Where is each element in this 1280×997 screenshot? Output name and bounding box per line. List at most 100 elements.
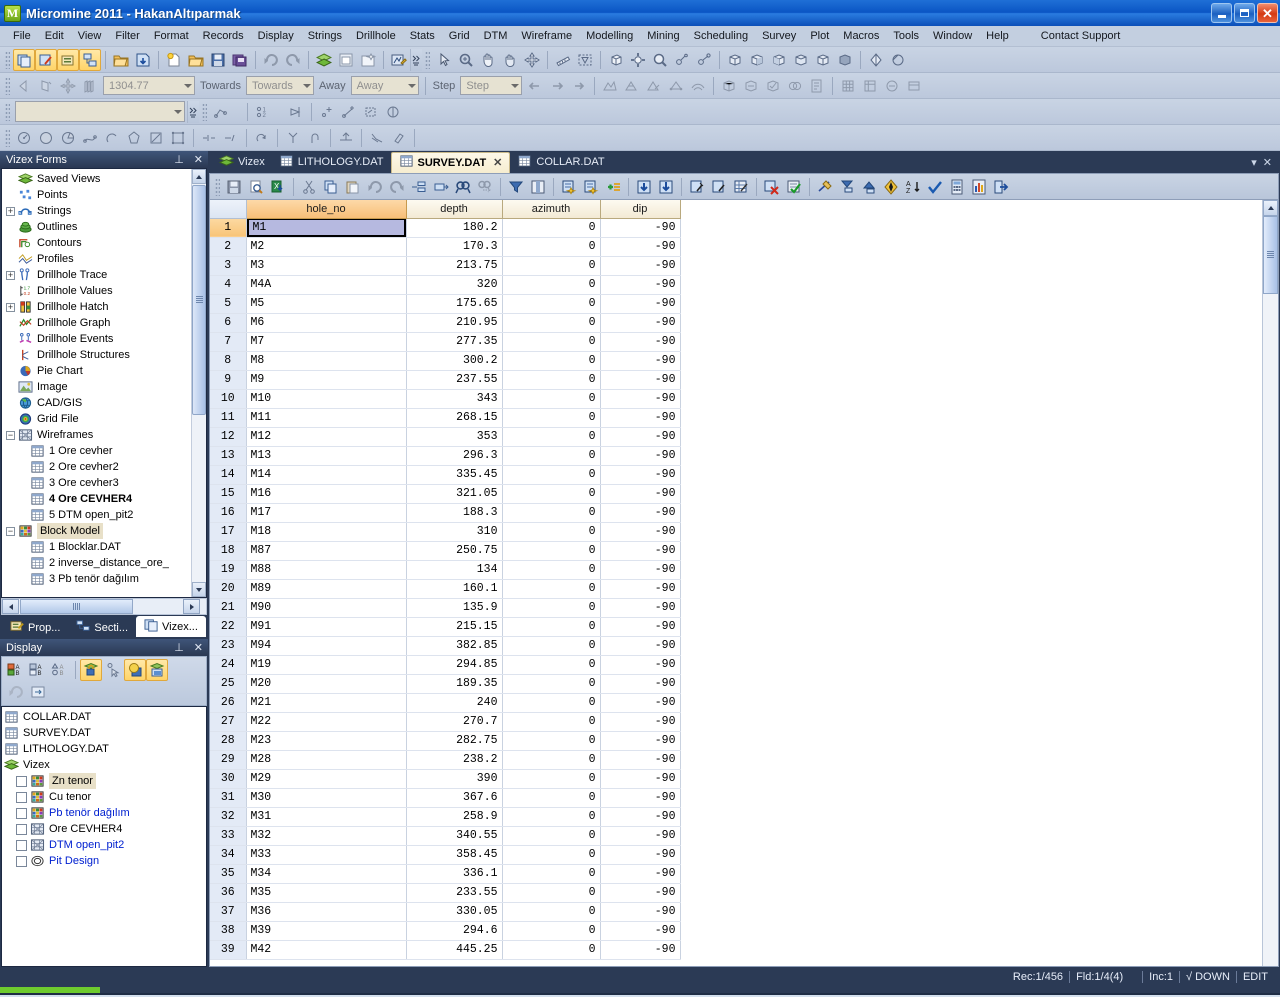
cell-hole-no[interactable]: M20 [246,674,407,694]
vizex-tree-item[interactable]: + Strings [4,203,206,219]
cell-depth[interactable]: 238.2 [406,750,503,770]
display-layer-list[interactable]: COLLAR.DAT SURVEY.DAT LITHOLOGY.DAT Vizex Zn… [1,706,207,967]
paste-icon[interactable] [342,176,364,198]
row-number[interactable]: 14 [210,465,247,485]
row-number[interactable]: 31 [210,788,247,808]
cell-depth[interactable]: 296.3 [406,446,503,466]
vizex-layers-icon[interactable] [313,49,335,71]
grid-scroll-thumb[interactable] [1263,216,1278,294]
cell-depth[interactable]: 367.6 [406,788,503,808]
vizex-tree-item[interactable]: Saved Views [4,171,206,187]
cell-dip[interactable]: -90 [600,883,681,903]
rotate-view-icon[interactable] [887,49,909,71]
cell-hole-no[interactable]: M19 [246,655,407,675]
dtm-boundary-icon[interactable] [665,75,687,97]
table-row[interactable]: 32 M31 258.9 0 -90 [210,807,681,827]
menu-display[interactable]: Display [251,28,301,44]
find-icon[interactable] [452,176,474,198]
block-model-icon[interactable] [837,75,859,97]
cell-depth[interactable]: 258.9 [406,807,503,827]
toolbar-grip[interactable] [5,50,10,69]
cell-depth[interactable]: 294.6 [406,921,503,941]
cell-azimuth[interactable]: 0 [502,598,601,618]
cell-dip[interactable]: -90 [600,579,681,599]
row-number[interactable]: 33 [210,826,247,846]
expand-icon[interactable]: + [6,206,15,216]
cell-azimuth[interactable]: 0 [502,294,601,314]
open-file-icon[interactable] [185,49,207,71]
cell-azimuth[interactable]: 0 [502,408,601,428]
display-list-item[interactable]: SURVEY.DAT [2,725,206,741]
cell-azimuth[interactable]: 0 [502,218,601,238]
vizex-tree-item[interactable]: 1 Ore cevher [4,443,206,459]
cell-azimuth[interactable]: 0 [502,769,601,789]
zoom-in-icon[interactable] [455,49,477,71]
insert-point-icon[interactable] [338,101,360,123]
row-number[interactable]: 25 [210,674,247,694]
table-row[interactable]: 20 M89 160.1 0 -90 [210,579,681,599]
cell-azimuth[interactable]: 0 [502,351,601,371]
panel-tab-prop[interactable]: Prop... [2,618,68,637]
cell-depth[interactable]: 282.75 [406,731,503,751]
cell-hole-no[interactable]: M4A [246,275,407,295]
wireframe-report-icon[interactable] [806,75,828,97]
vizex-tree-item[interactable]: − Wireframes [4,427,206,443]
menu-survey[interactable]: Survey [755,28,803,44]
vizex-tree-item[interactable]: Grid File [4,411,206,427]
table-row[interactable]: 5 M5 175.65 0 -90 [210,294,681,314]
cell-dip[interactable]: -90 [600,750,681,770]
cell-dip[interactable]: -90 [600,788,681,808]
cell-azimuth[interactable]: 0 [502,883,601,903]
form-set-combo[interactable] [15,101,185,122]
table-row[interactable]: 1 M1 180.2 0 -90 [210,218,681,238]
grid-scroll-up-button[interactable] [1263,200,1278,216]
cell-hole-no[interactable]: M2 [246,237,407,257]
cell-depth[interactable]: 277.35 [406,332,503,352]
fit-view-icon[interactable] [627,49,649,71]
table-row[interactable]: 38 M39 294.6 0 -90 [210,921,681,941]
cell-hole-no[interactable]: M28 [246,750,407,770]
cell-hole-no[interactable]: M29 [246,769,407,789]
row-number[interactable]: 17 [210,522,247,542]
cell-hole-no[interactable]: M6 [246,313,407,333]
display-list-item[interactable]: Zn tenor [2,773,206,789]
menu-edit[interactable]: Edit [38,28,71,44]
table-row[interactable]: 21 M90 135.9 0 -90 [210,598,681,618]
table-row[interactable]: 3 M3 213.75 0 -90 [210,256,681,276]
cell-azimuth[interactable]: 0 [502,313,601,333]
vizex-tree-scrollbar[interactable] [191,169,206,597]
row-number[interactable]: 5 [210,294,247,314]
close-icon[interactable]: ✕ [189,641,208,654]
wireframe-validate-icon[interactable] [762,75,784,97]
hscroll-right-button[interactable] [183,599,200,614]
scroll-thumb[interactable] [192,185,206,415]
wireframe-create-icon[interactable] [718,75,740,97]
towards-combo[interactable]: Towards [245,76,314,95]
cell-dip[interactable]: -90 [600,921,681,941]
row-number[interactable]: 12 [210,427,247,447]
cell-depth[interactable]: 215.15 [406,617,503,637]
vizex-tree-item[interactable]: 3 Pb tenör dağılım [4,571,206,587]
save-icon[interactable] [207,49,229,71]
cell-dip[interactable]: -90 [600,902,681,922]
cell-azimuth[interactable]: 0 [502,503,601,523]
menu-filter[interactable]: Filter [108,28,146,44]
row-number[interactable]: 10 [210,389,247,409]
toolbar-grip[interactable] [5,102,10,121]
display-ab-table-icon[interactable]: AB [27,659,49,681]
table-row[interactable]: 30 M29 390 0 -90 [210,769,681,789]
vizex-tree-hscrollbar[interactable] [1,598,207,615]
cell-azimuth[interactable]: 0 [502,826,601,846]
cell-depth[interactable]: 321.05 [406,484,503,504]
row-number[interactable]: 29 [210,750,247,770]
cell-hole-no[interactable]: M32 [246,826,407,846]
vizex-tree-item[interactable]: 2 Ore cevher2 [4,459,206,475]
cell-dip[interactable]: -90 [600,218,681,238]
filled-circle-icon[interactable] [35,127,57,149]
cell-depth[interactable]: 240 [406,693,503,713]
selected-cell[interactable]: M1 [246,218,406,237]
digitize-line-dropdown[interactable] [232,101,243,123]
menu-macros[interactable]: Macros [836,28,886,44]
import-icon[interactable] [836,176,858,198]
hscroll-left-button[interactable] [2,599,19,614]
